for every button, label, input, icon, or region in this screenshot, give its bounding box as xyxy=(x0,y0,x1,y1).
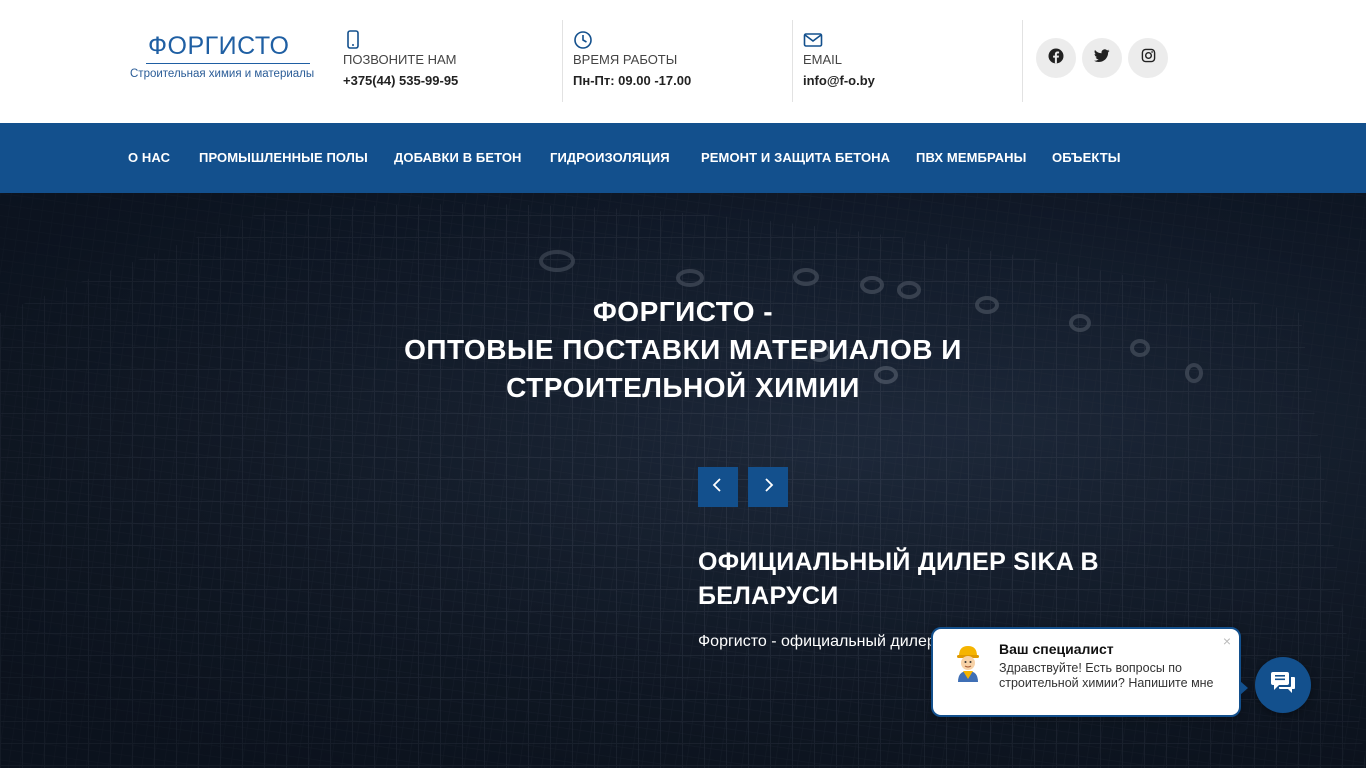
chat-message: Здравствуйте! Есть вопросы по строительн… xyxy=(999,661,1214,690)
logo-name: ФОРГИСТО xyxy=(148,32,290,60)
chat-agent-name: Ваш специалист xyxy=(999,641,1114,657)
facebook-icon xyxy=(1048,48,1064,69)
nav-item-industrial-floors[interactable]: ПРОМЫШЛЕННЫЕ ПОЛЫ xyxy=(199,150,368,165)
site-header: ФОРГИСТО Строительная химия и материалы … xyxy=(0,0,1366,123)
logo-underline xyxy=(146,63,310,64)
chat-popup-tail xyxy=(1240,681,1248,695)
hero-title-line: СТРОИТЕЛЬНОЙ ХИМИИ xyxy=(506,372,860,403)
twitter-link[interactable] xyxy=(1082,38,1122,78)
instagram-link[interactable] xyxy=(1128,38,1168,78)
chat-bubble-icon xyxy=(1270,671,1296,700)
slider-next-button[interactable] xyxy=(748,467,788,507)
nav-item-about[interactable]: О НАС xyxy=(128,150,170,165)
contact-phone-value[interactable]: +375(44) 535-99-95 xyxy=(343,73,458,88)
site-logo[interactable]: ФОРГИСТО Строительная химия и материалы xyxy=(128,32,318,82)
chat-open-button[interactable] xyxy=(1255,657,1311,713)
twitter-icon xyxy=(1094,48,1110,68)
facebook-link[interactable] xyxy=(1036,38,1076,78)
contact-hours-label: ВРЕМЯ РАБОТЫ xyxy=(573,52,678,67)
logo-tagline: Строительная химия и материалы xyxy=(130,68,315,80)
contact-email-value[interactable]: info@f-o.by xyxy=(803,73,875,88)
hero-title-line: ОПТОВЫЕ ПОСТАВКИ МАТЕРИАЛОВ И xyxy=(404,334,962,365)
header-divider xyxy=(562,20,563,102)
contact-hours: ВРЕМЯ РАБОТЫ Пн-Пт: 09.00 -17.00 xyxy=(573,20,783,102)
hero-title-line: ФОРГИСТО - xyxy=(592,296,774,327)
envelope-icon xyxy=(803,30,823,50)
clock-icon xyxy=(573,30,593,50)
contact-phone-label: ПОЗВОНИТЕ НАМ xyxy=(343,52,457,67)
nav-item-concrete-admixtures[interactable]: ДОБАВКИ В БЕТОН xyxy=(394,150,522,165)
main-nav: О НАС ПРОМЫШЛЕННЫЕ ПОЛЫ ДОБАВКИ В БЕТОН … xyxy=(0,123,1366,193)
nav-item-pvc-membranes[interactable]: ПВХ МЕМБРАНЫ xyxy=(916,150,1026,165)
slide-title: ОФИЦИАЛЬНЫЙ ДИЛЕР SIKA В БЕЛАРУСИ xyxy=(698,548,1099,610)
contact-email-label: EMAIL xyxy=(803,52,843,67)
slider-prev-button[interactable] xyxy=(698,467,738,507)
contact-email: EMAIL info@f-o.by xyxy=(803,20,1013,102)
slide-text: Форгисто - официальный дилер xyxy=(698,633,936,650)
chevron-right-icon xyxy=(762,477,774,497)
contact-phone: ПОЗВОНИТЕ НАМ +375(44) 535-99-95 xyxy=(343,20,553,102)
contact-hours-value: Пн-Пт: 09.00 -17.00 xyxy=(573,73,692,88)
nav-item-projects[interactable]: ОБЪЕКТЫ xyxy=(1052,150,1121,165)
nav-item-waterproofing[interactable]: ГИДРОИЗОЛЯЦИЯ xyxy=(550,150,670,165)
header-divider xyxy=(1022,20,1023,102)
chevron-left-icon xyxy=(712,477,724,497)
hero-title: ФОРГИСТО - ОПТОВЫЕ ПОСТАВКИ МАТЕРИАЛОВ И… xyxy=(283,293,1083,407)
header-divider xyxy=(792,20,793,102)
nav-item-concrete-repair[interactable]: РЕМОНТ И ЗАЩИТА БЕТОНА xyxy=(701,150,890,165)
chat-popup[interactable]: Ваш специалист Здравствуйте! Есть вопрос… xyxy=(931,627,1248,717)
worker-avatar-icon xyxy=(951,643,985,683)
instagram-icon xyxy=(1141,48,1156,68)
mobile-phone-icon xyxy=(343,30,363,50)
close-icon[interactable]: × xyxy=(1223,633,1231,649)
